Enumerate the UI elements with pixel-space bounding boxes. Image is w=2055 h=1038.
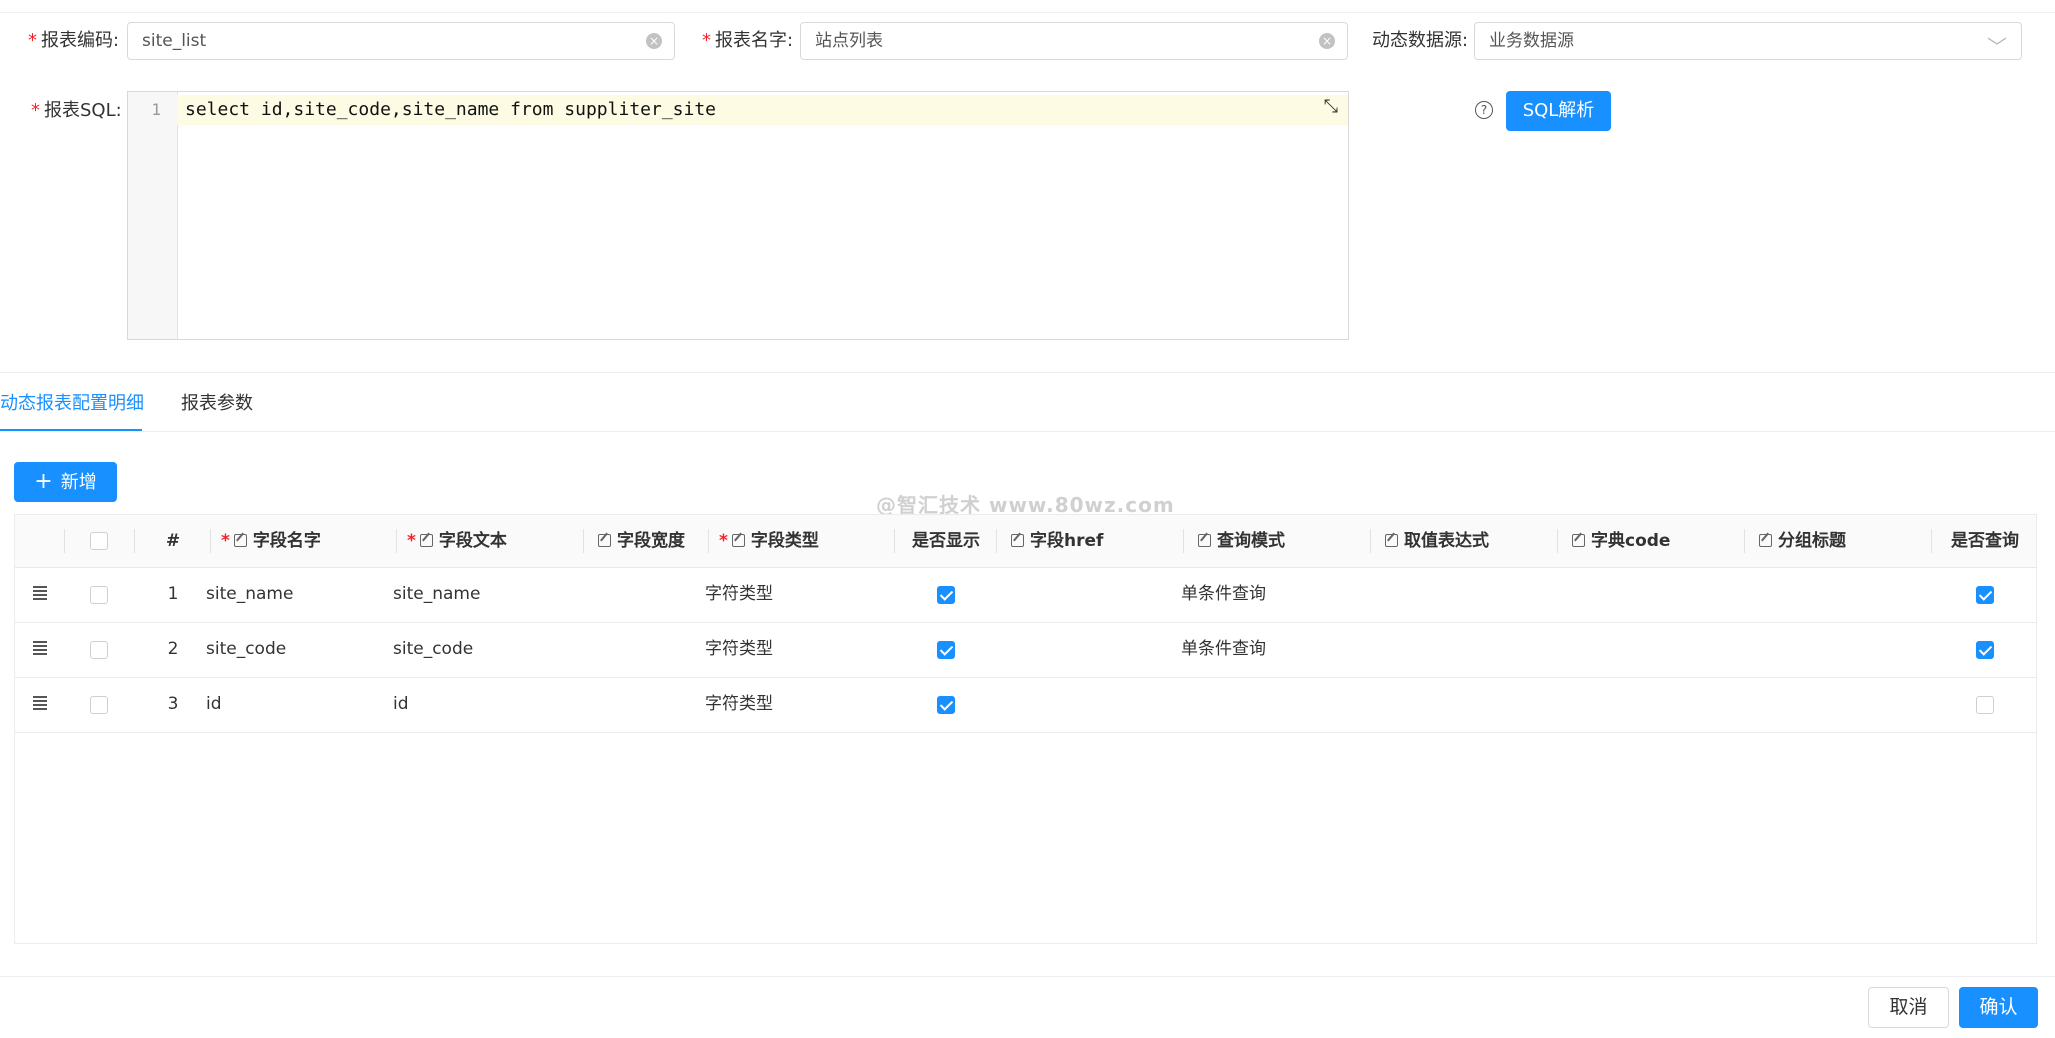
query-mode-cell[interactable]: 单条件查询 — [1181, 567, 1266, 622]
edit-icon — [1385, 534, 1398, 547]
header-index: # — [135, 515, 211, 567]
datasource-label: 动态数据源: — [1372, 30, 1469, 51]
drag-handle-icon[interactable] — [33, 696, 47, 712]
edit-icon — [1198, 534, 1211, 547]
select-all-checkbox[interactable] — [90, 532, 108, 550]
confirm-button[interactable]: 确认 — [1959, 987, 2038, 1028]
field-type-cell[interactable]: 字符类型 — [705, 677, 773, 732]
show-checkbox[interactable] — [937, 696, 955, 714]
table-row[interactable]: 1 site_name site_name 字符类型 单条件查询 — [15, 567, 2036, 623]
show-checkbox[interactable] — [937, 641, 955, 659]
field-name-cell[interactable]: id — [206, 677, 222, 732]
report-name-label: * 报表名字: — [702, 30, 794, 51]
sql-code-line[interactable]: select id,site_code,site_name from suppl… — [177, 95, 1348, 125]
row-index: 1 — [167, 584, 179, 604]
header-drag-col — [15, 515, 65, 567]
sql-editor[interactable]: 1 select id,site_code,site_name from sup… — [127, 91, 1349, 340]
required-mark: * — [28, 30, 37, 51]
field-text-cell[interactable]: site_name — [393, 567, 480, 622]
required-mark: * — [31, 100, 40, 121]
report-code-input[interactable]: site_list × — [127, 22, 675, 60]
help-icon[interactable]: ? — [1475, 101, 1493, 119]
datasource-select[interactable]: 业务数据源 ﹀ — [1474, 22, 2022, 60]
field-text-cell[interactable]: id — [393, 677, 409, 732]
header-select-col — [65, 515, 135, 567]
tab-report-params[interactable]: 报表参数 — [181, 392, 253, 416]
drag-handle-icon[interactable] — [33, 586, 47, 602]
tab-config-detail[interactable]: 动态报表配置明细 — [0, 392, 144, 416]
field-text-cell[interactable]: site_code — [393, 622, 473, 677]
report-name-value: 站点列表 — [815, 31, 883, 51]
report-sql-label: * 报表SQL: — [31, 100, 122, 121]
field-name-cell[interactable]: site_code — [206, 622, 286, 677]
chevron-down-icon: ﹀ — [1987, 35, 2007, 59]
clear-icon[interactable]: × — [646, 33, 662, 49]
header-group-title: 分组标题 — [1745, 515, 1932, 567]
required-mark: * — [702, 30, 711, 51]
field-type-cell[interactable]: 字符类型 — [705, 622, 773, 677]
header-field-href: 字段href — [997, 515, 1184, 567]
table-row[interactable]: 2 site_code site_code 字符类型 单条件查询 — [15, 622, 2036, 678]
section-divider — [0, 372, 2055, 373]
fullscreen-icon[interactable]: ⤡ — [1324, 96, 1338, 117]
header-field-width: 字段宽度 — [584, 515, 709, 567]
footer-divider — [0, 976, 2055, 977]
header-show: 是否显示 — [895, 515, 997, 567]
edit-icon — [1572, 534, 1585, 547]
edit-icon — [1011, 534, 1024, 547]
header-field-name: * 字段名字 — [211, 515, 397, 567]
table-header: # * 字段名字 * 字段文本 字段宽度 * 字段类型 是否显示 字段href 查询模… — [15, 515, 2036, 568]
header-field-text: * 字段文本 — [397, 515, 584, 567]
line-number: 1 — [151, 100, 161, 119]
edit-icon — [233, 534, 247, 547]
config-table: # * 字段名字 * 字段文本 字段宽度 * 字段类型 是否显示 字段href 查询模… — [14, 514, 2037, 944]
table-row[interactable]: 3 id id 字符类型 — [15, 677, 2036, 733]
drag-handle-icon[interactable] — [33, 641, 47, 657]
edit-icon — [419, 534, 433, 547]
is-query-checkbox[interactable] — [1976, 586, 1994, 604]
top-divider — [0, 12, 2055, 13]
line-number-gutter: 1 — [128, 92, 178, 339]
row-index: 2 — [167, 639, 179, 659]
row-index: 3 — [167, 694, 179, 714]
report-name-input[interactable]: 站点列表 × — [800, 22, 1348, 60]
header-expression: 取值表达式 — [1371, 515, 1558, 567]
datasource-value: 业务数据源 — [1489, 31, 1574, 51]
header-dict-code: 字典code — [1558, 515, 1745, 567]
is-query-checkbox[interactable] — [1976, 696, 1994, 714]
edit-icon — [598, 534, 611, 547]
row-select-checkbox[interactable] — [90, 696, 108, 714]
is-query-checkbox[interactable] — [1976, 641, 1994, 659]
show-checkbox[interactable] — [937, 586, 955, 604]
report-code-value: site_list — [142, 31, 207, 51]
edit-icon — [731, 534, 745, 547]
field-type-cell[interactable]: 字符类型 — [705, 567, 773, 622]
report-code-label: * 报表编码: — [28, 30, 120, 51]
cancel-button[interactable]: 取消 — [1868, 987, 1949, 1028]
header-is-query: 是否查询 — [1951, 531, 2019, 551]
row-select-checkbox[interactable] — [90, 641, 108, 659]
query-mode-cell[interactable]: 单条件查询 — [1181, 622, 1266, 677]
plus-icon: + — [34, 469, 53, 494]
row-select-checkbox[interactable] — [90, 586, 108, 604]
header-field-type: * 字段类型 — [709, 515, 895, 567]
add-button[interactable]: + 新增 — [14, 462, 117, 502]
clear-icon[interactable]: × — [1319, 33, 1335, 49]
field-name-cell[interactable]: site_name — [206, 567, 293, 622]
header-query-mode: 查询模式 — [1184, 515, 1371, 567]
tabs-divider — [0, 431, 2055, 432]
sql-parse-button[interactable]: SQL解析 — [1506, 91, 1611, 131]
edit-icon — [1759, 534, 1772, 547]
